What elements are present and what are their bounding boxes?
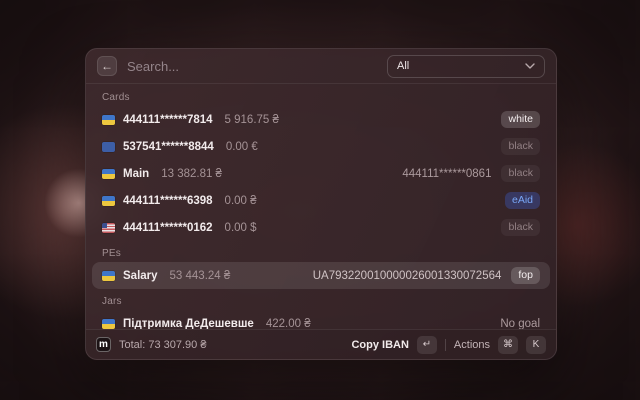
list-item[interactable]: 444111******0162 0.00 $ black (92, 214, 550, 241)
card-tier-badge: black (501, 165, 540, 182)
command-palette-window: ← All Cards 444111******7814 5 916.75 ₴ … (85, 48, 557, 360)
account-type-badge: fop (511, 267, 540, 284)
flag-us-icon (102, 223, 115, 233)
list-item[interactable]: Підтримка ДеДешевше 422.00 ₴ No goal (92, 310, 550, 329)
list-item[interactable]: 444111******6398 0.00 ₴ eAid (92, 187, 550, 214)
back-button[interactable]: ← (97, 56, 117, 76)
flag-ua-icon (102, 169, 115, 179)
list-item[interactable]: 444111******7814 5 916.75 ₴ white (92, 106, 550, 133)
card-tier-badge: black (501, 138, 540, 155)
account-balance: 5 916.75 ₴ (225, 114, 279, 126)
section-header-jars: Jars (86, 289, 556, 310)
chevron-down-icon (525, 63, 535, 69)
jar-balance: 422.00 ₴ (266, 318, 311, 330)
card-tier-badge: white (501, 111, 540, 128)
flag-ua-icon (102, 196, 115, 206)
card-number: 444111******0861 (402, 168, 491, 180)
copy-iban-button[interactable]: Copy IBAN (351, 339, 408, 351)
list-item-selected[interactable]: Salary 53 443.24 ₴ UA7932200100000260013… (92, 262, 550, 289)
k-key-icon: K (526, 336, 546, 354)
account-balance: 53 443.24 ₴ (170, 270, 231, 282)
account-balance: 0.00 € (226, 141, 258, 153)
results-list: Cards 444111******7814 5 916.75 ₴ white … (86, 84, 556, 329)
flag-ua-icon (102, 115, 115, 125)
account-balance: 0.00 $ (225, 222, 257, 234)
arrow-left-icon: ← (101, 59, 113, 73)
search-bar: ← All (86, 49, 556, 84)
actions-button[interactable]: Actions (454, 339, 490, 351)
flag-eu-icon (102, 142, 115, 152)
search-input[interactable] (127, 59, 377, 74)
status-bar: m Total: 73 307.90 ₴ Copy IBAN ↵ Actions… (86, 329, 556, 359)
card-tier-badge: eAid (505, 192, 540, 209)
account-title: 537541******8844 (123, 141, 214, 153)
section-header-pes: PEs (86, 241, 556, 262)
flag-ua-icon (102, 319, 115, 329)
filter-dropdown-value: All (397, 60, 409, 72)
filter-dropdown[interactable]: All (387, 55, 545, 78)
account-balance: 0.00 ₴ (225, 195, 257, 207)
account-title: 444111******6398 (123, 195, 213, 207)
return-key-icon: ↵ (417, 336, 437, 354)
command-key-icon: ⌘ (498, 336, 518, 354)
account-title: 444111******7814 (123, 114, 213, 126)
monobank-logo-icon: m (96, 337, 111, 352)
total-balance-label: Total: 73 307.90 ₴ (119, 339, 206, 351)
jar-goal-status: No goal (500, 318, 540, 330)
list-item[interactable]: Main 13 382.81 ₴ 444111******0861 black (92, 160, 550, 187)
section-header-cards: Cards (86, 85, 556, 106)
account-title: Main (123, 168, 149, 180)
list-item[interactable]: 537541******8844 0.00 € black (92, 133, 550, 160)
footer-divider (445, 339, 446, 351)
account-balance: 13 382.81 ₴ (161, 168, 222, 180)
flag-ua-icon (102, 271, 115, 281)
account-title: Salary (123, 270, 158, 282)
iban-text: UA793220010000026001330072564 (313, 270, 502, 282)
jar-title: Підтримка ДеДешевше (123, 318, 254, 330)
account-title: 444111******0162 (123, 222, 213, 234)
card-tier-badge: black (501, 219, 540, 236)
